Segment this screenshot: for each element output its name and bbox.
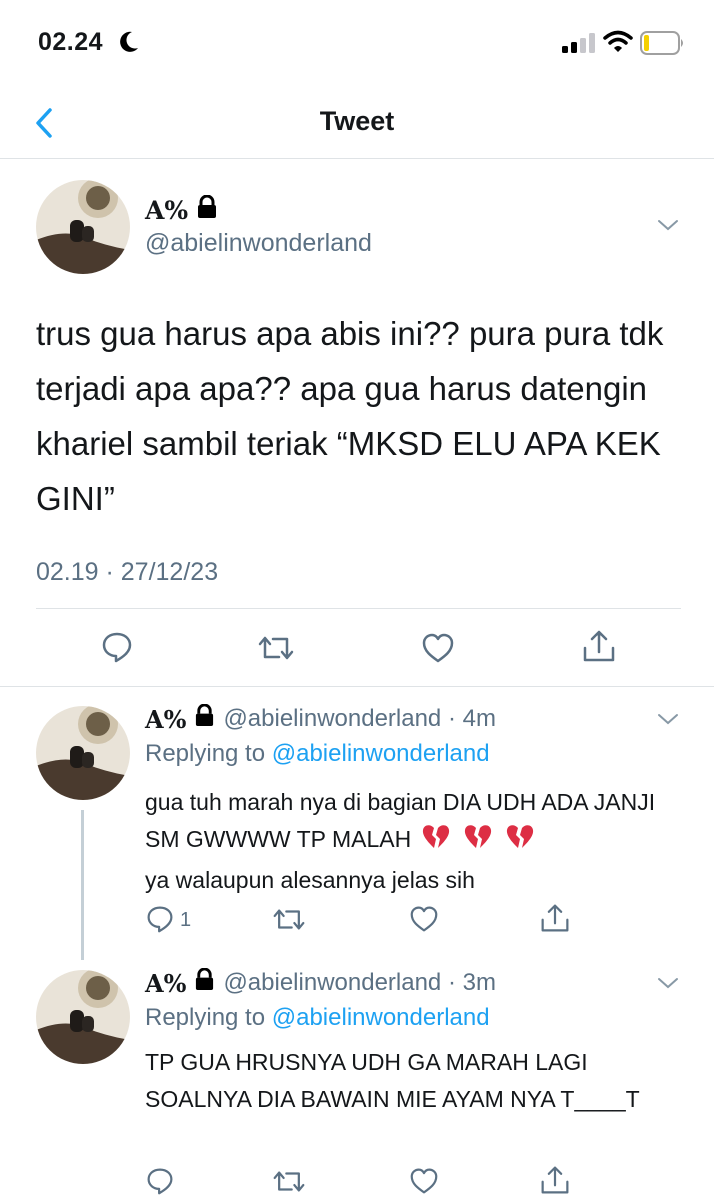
chevron-down-icon[interactable] <box>656 711 680 732</box>
reply-icon[interactable] <box>101 631 133 668</box>
lock-icon <box>196 194 218 225</box>
tweet-text: trus gua harus apa abis ini?? pura pura … <box>36 315 664 517</box>
signal-icon <box>562 33 596 58</box>
lock-icon <box>194 703 215 734</box>
retweet-icon[interactable] <box>272 1168 306 1200</box>
broken-heart-emoji <box>505 823 535 862</box>
avatar[interactable] <box>36 706 130 800</box>
broken-heart-emoji <box>463 823 493 862</box>
reply-header[interactable]: A% @abielinwonderland · 3m <box>145 967 496 998</box>
replying-to-link[interactable]: @abielinwonderland <box>272 740 490 767</box>
chevron-down-icon[interactable] <box>656 217 680 238</box>
broken-heart-emoji <box>421 823 451 862</box>
nav-bar: Tweet <box>0 86 714 159</box>
divider <box>36 608 681 609</box>
lock-icon <box>194 967 215 998</box>
replying-to-link[interactable]: @abielinwonderland <box>272 1004 490 1031</box>
replying-to: Replying to @abielinwonderland <box>145 1004 490 1032</box>
author-name: A% <box>145 968 187 998</box>
share-icon[interactable] <box>540 1164 570 1200</box>
share-icon[interactable] <box>540 902 570 939</box>
author-handle-time: @abielinwonderland · 4m <box>223 705 496 732</box>
status-time: 02.24 <box>38 28 104 56</box>
retweet-icon[interactable] <box>257 633 295 668</box>
reply-count: 1 <box>180 909 192 931</box>
reply-text-part2: ya walaupun alesannya jelas sih <box>145 867 475 893</box>
avatar[interactable] <box>36 970 130 1064</box>
share-icon[interactable] <box>582 628 616 669</box>
chevron-down-icon[interactable] <box>656 975 680 996</box>
replying-to: Replying to @abielinwonderland <box>145 740 490 768</box>
status-bar: 02.24 <box>0 0 714 86</box>
page-title: Tweet <box>319 106 395 136</box>
like-icon[interactable] <box>421 632 455 669</box>
tweet-timestamp: 02.19 · 27/12/23 <box>36 558 219 586</box>
author-handle[interactable]: @abielinwonderland <box>145 229 372 258</box>
reply-text: gua tuh marah nya di bagian DIA UDH ADA … <box>145 784 690 899</box>
reply-text: TP GUA HRUSNYA UDH GA MARAH LAGI SOALNYA… <box>145 1049 640 1112</box>
avatar[interactable] <box>36 180 130 274</box>
author-name[interactable]: A% <box>145 194 218 225</box>
reply-icon[interactable] <box>146 905 174 938</box>
replying-to-label: Replying to <box>145 1004 266 1031</box>
battery-icon <box>640 31 686 60</box>
section-divider <box>0 686 714 687</box>
replying-to-label: Replying to <box>145 740 266 767</box>
retweet-icon[interactable] <box>272 906 306 938</box>
reply-icon[interactable] <box>146 1167 174 1200</box>
thread-line <box>81 810 84 960</box>
like-icon[interactable] <box>409 905 439 938</box>
like-icon[interactable] <box>409 1167 439 1200</box>
moon-icon <box>118 30 140 59</box>
wifi-icon <box>603 30 633 59</box>
reply-text-part1: gua tuh marah nya di bagian DIA UDH ADA … <box>145 789 656 852</box>
author-name-text: A% <box>145 195 189 225</box>
author-handle-time: @abielinwonderland · 3m <box>223 969 496 996</box>
author-name: A% <box>145 704 187 734</box>
reply-header[interactable]: A% @abielinwonderland · 4m <box>145 703 496 734</box>
